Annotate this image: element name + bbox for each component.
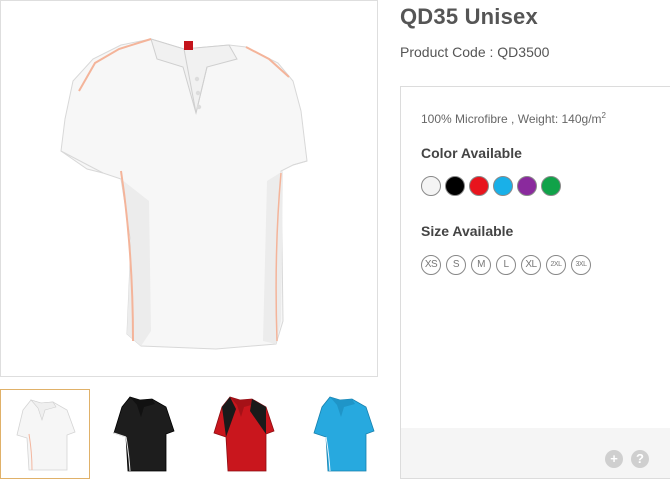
unit-superscript: 2 [601,111,606,120]
color-swatch-sky-blue[interactable] [493,176,513,196]
size-3xl[interactable]: 3XL [571,255,591,275]
product-title: QD35 Unisex [400,4,538,29]
material-spec: 100% Microfibre , Weight: 140g/m2 [421,111,606,126]
thumbnail-red[interactable] [200,389,290,479]
size-xs[interactable]: XS [421,255,441,275]
size-m[interactable]: M [471,255,491,275]
size-options: XS S M L XL 2XL 3XL [421,255,596,275]
product-code-label: Product Code : [400,44,494,60]
size-2xl[interactable]: 2XL [546,255,566,275]
main-product-image [0,0,378,377]
thumbnail-black[interactable] [100,389,190,479]
color-swatch-black[interactable] [445,176,465,196]
size-s[interactable]: S [446,255,466,275]
thumbnail-sky-blue-image [313,396,375,472]
panel-footer: + ? [401,428,670,478]
polo-shirt-image [1,1,377,376]
thumbnail-black-image [113,396,175,472]
product-code-value: QD3500 [497,44,550,60]
color-swatches [421,176,565,198]
thumbnail-strip [0,389,390,479]
help-icon[interactable]: ? [631,450,649,468]
thumbnail-sky-blue[interactable] [300,389,390,479]
color-swatch-purple[interactable] [517,176,537,196]
product-details-panel: 100% Microfibre , Weight: 140g/m2 Color … [400,86,670,479]
add-icon[interactable]: + [605,450,623,468]
thumbnail-red-image [213,396,275,472]
material-text: 100% Microfibre , Weight: 140g/m [421,112,602,126]
thumbnail-white-image [16,399,76,471]
size-xl[interactable]: XL [521,255,541,275]
color-available-heading: Color Available [421,145,522,161]
color-swatch-green[interactable] [541,176,561,196]
color-swatch-white[interactable] [421,176,441,196]
size-available-heading: Size Available [421,223,514,239]
thumbnail-white[interactable] [0,389,90,479]
size-l[interactable]: L [496,255,516,275]
color-swatch-red[interactable] [469,176,489,196]
product-code: Product Code : QD3500 [400,44,549,60]
